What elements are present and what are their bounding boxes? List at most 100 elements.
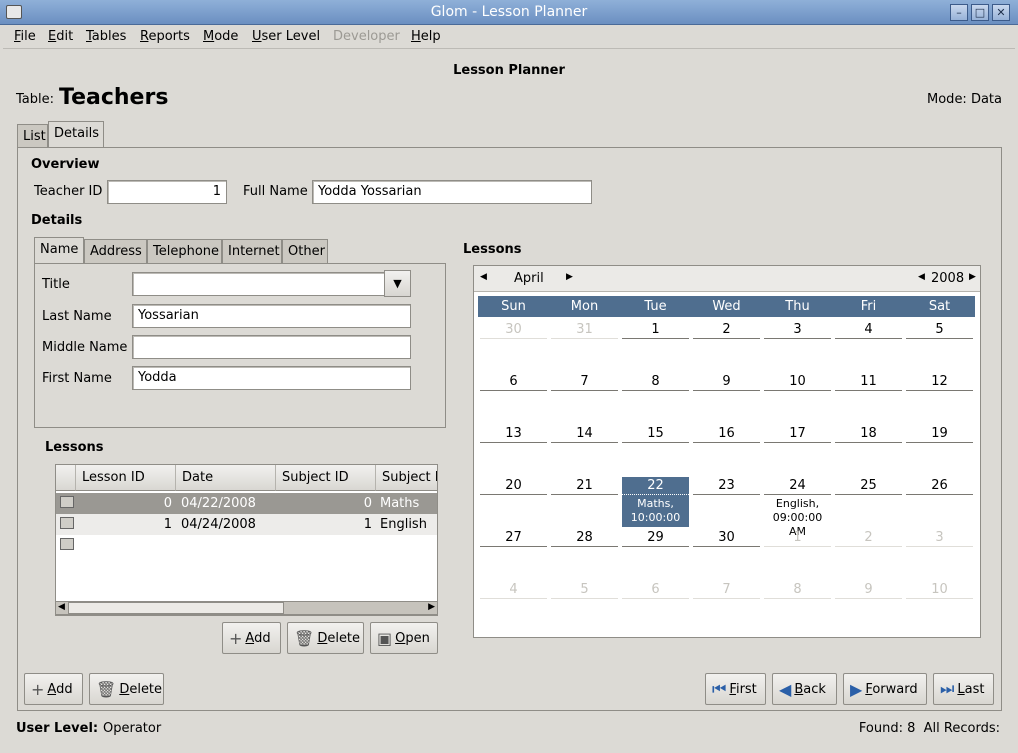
tab-telephone[interactable]: Telephone [147,239,222,263]
middle-name-field[interactable] [132,335,411,359]
calendar-day[interactable]: 10 [906,581,973,599]
calendar-day[interactable]: 31 [551,321,618,339]
calendar-day[interactable]: 30 [693,529,760,547]
calendar-day[interactable]: 16 [693,425,760,443]
plus-icon: + [229,628,243,648]
menu-help[interactable]: Help [411,29,441,44]
scroll-right-icon[interactable]: ▶ [428,602,435,612]
table-row[interactable]: 0 04/22/2008 0 Maths [56,493,437,514]
next-year-icon[interactable]: ▶ [969,272,976,282]
menu-reports[interactable]: Reports [140,29,190,44]
first-record-button[interactable]: ⏮ First [705,673,766,705]
back-record-button[interactable]: ◀ Back [772,673,837,705]
menu-tables[interactable]: Tables [86,29,126,44]
tab-list[interactable]: List [17,124,48,148]
table-row[interactable]: 1 04/24/2008 1 English [56,514,437,535]
calendar-day[interactable]: 6 [480,373,547,391]
menu-file[interactable]: File [14,29,36,44]
column-header-lesson-id[interactable]: Lesson ID [76,465,176,491]
calendar-day[interactable]: 9 [693,373,760,391]
calendar-day[interactable]: 27 [480,529,547,547]
last-name-field[interactable]: Yossarian [132,304,411,328]
calendar-day[interactable]: 29 [622,529,689,547]
menu-edit[interactable]: Edit [48,29,73,44]
calendar-day[interactable]: 14 [551,425,618,443]
calendar-day[interactable]: 30 [480,321,547,339]
calendar-day[interactable]: 5 [906,321,973,339]
calendar-day[interactable]: 1 [764,529,831,547]
lessons-add-button[interactable]: + Add [222,622,281,654]
forward-record-button[interactable]: ▶ Forward [843,673,927,705]
calendar-day[interactable]: 3 [906,529,973,547]
day-header: Mon [549,296,620,317]
calendar-day[interactable]: 8 [622,373,689,391]
last-record-button[interactable]: ⏭ Last [933,673,994,705]
calendar-day[interactable]: 19 [906,425,973,443]
menu-mode[interactable]: Mode [203,29,238,44]
lessons-horizontal-scrollbar[interactable]: ◀ ▶ [55,601,438,615]
calendar-day[interactable]: 17 [764,425,831,443]
calendar-day-number: 4 [835,321,902,339]
table-row-new[interactable] [56,535,437,556]
calendar-day[interactable]: 28 [551,529,618,547]
calendar-day[interactable]: 4 [835,321,902,339]
minimize-icon[interactable]: – [950,4,968,21]
calendar-day[interactable]: 18 [835,425,902,443]
calendar-day-number: 2 [835,529,902,547]
column-header-subject-id[interactable]: Subject ID [276,465,376,491]
open-record-icon[interactable] [60,517,74,529]
full-name-field[interactable]: Yodda Yossarian [312,180,592,204]
prev-year-icon[interactable]: ◀ [918,272,925,282]
title-dropdown-button[interactable]: ▼ [384,270,411,297]
calendar-day[interactable]: 20 [480,477,547,495]
calendar-day[interactable]: 22 Maths, 10:00:00 AM [622,477,689,538]
column-header-date[interactable]: Date [176,465,276,491]
calendar-day[interactable]: 23 [693,477,760,495]
calendar-day[interactable]: 21 [551,477,618,495]
prev-month-icon[interactable]: ◀ [480,272,487,282]
column-header-subject-name[interactable]: Subject N [376,465,437,491]
tab-details[interactable]: Details [48,121,104,147]
calendar-day[interactable]: 7 [693,581,760,599]
cell-date: 04/24/2008 [181,517,256,532]
delete-record-button[interactable]: 🗑 Delete [89,673,164,705]
scroll-left-icon[interactable]: ◀ [58,602,65,612]
tab-address[interactable]: Address [84,239,147,263]
calendar-day[interactable]: 7 [551,373,618,391]
menu-user-level[interactable]: User Level [252,29,320,44]
scrollbar-thumb[interactable] [68,602,284,614]
calendar-day[interactable]: 1 [622,321,689,339]
button-label: First [729,681,757,697]
next-month-icon[interactable]: ▶ [566,272,573,282]
calendar-day-number: 10 [764,373,831,391]
calendar-day[interactable]: 10 [764,373,831,391]
lessons-delete-button[interactable]: 🗑 Delete [287,622,364,654]
teacher-id-field[interactable]: 1 [107,180,227,204]
title-combo-field[interactable] [132,272,386,296]
calendar-day[interactable]: 8 [764,581,831,599]
close-icon[interactable]: ✕ [992,4,1010,21]
calendar-day[interactable]: 9 [835,581,902,599]
calendar-day[interactable]: 13 [480,425,547,443]
calendar-day[interactable]: 11 [835,373,902,391]
add-record-button[interactable]: + Add [24,673,83,705]
calendar-day[interactable]: 4 [480,581,547,599]
calendar-day[interactable]: 2 [835,529,902,547]
calendar-day[interactable]: 12 [906,373,973,391]
maximize-icon[interactable]: □ [971,4,989,21]
calendar-day[interactable]: 3 [764,321,831,339]
calendar-day[interactable]: 25 [835,477,902,495]
calendar-day[interactable]: 15 [622,425,689,443]
calendar-day[interactable]: 2 [693,321,760,339]
first-name-field[interactable]: Yodda [132,366,411,390]
tab-name[interactable]: Name [34,237,84,263]
open-record-icon[interactable] [60,538,74,550]
tab-other[interactable]: Other [282,239,328,263]
tab-internet[interactable]: Internet [222,239,282,263]
calendar-day[interactable]: 26 [906,477,973,495]
calendar-day[interactable]: 6 [622,581,689,599]
calendar-day[interactable]: 5 [551,581,618,599]
lessons-open-button[interactable]: ▣ Open [370,622,438,654]
open-record-icon[interactable] [60,496,74,508]
column-header-icon[interactable] [56,465,76,491]
